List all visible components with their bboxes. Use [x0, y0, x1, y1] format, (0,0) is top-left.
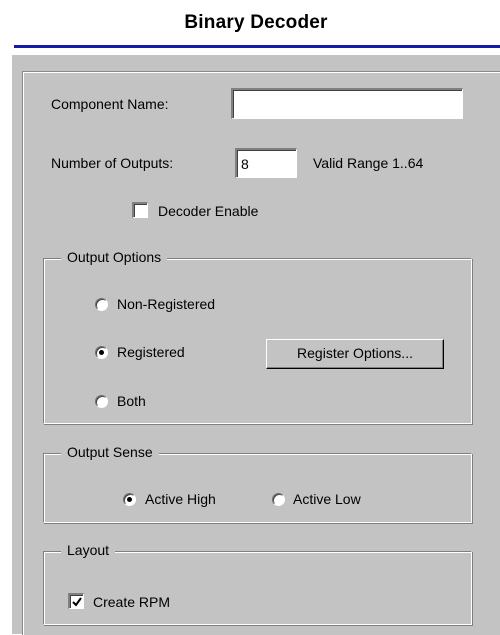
non-registered-label: Non-Registered [117, 296, 216, 312]
radio-selected-dot [127, 497, 132, 502]
radio-selected-dot [99, 350, 104, 355]
active-low-radio[interactable] [272, 493, 285, 506]
registered-radio[interactable] [95, 346, 108, 359]
both-label: Both [117, 393, 146, 409]
layout-legend: Layout [61, 542, 116, 558]
title-divider [14, 45, 500, 48]
non-registered-radio[interactable] [95, 298, 108, 311]
number-of-outputs-label: Number of Outputs: [51, 155, 174, 171]
both-radio[interactable] [95, 395, 108, 408]
active-low-label: Active Low [293, 491, 361, 507]
output-options-legend: Output Options [61, 249, 168, 265]
create-rpm-label: Create RPM [93, 594, 171, 610]
registered-label: Registered [117, 344, 185, 360]
number-of-outputs-input[interactable] [235, 148, 297, 178]
title-bar: Binary Decoder [0, 0, 500, 48]
decoder-enable-checkbox[interactable] [132, 202, 148, 218]
component-name-label: Component Name: [51, 96, 169, 112]
create-rpm-checkbox[interactable] [68, 593, 84, 609]
layout-group [43, 551, 472, 625]
window-title: Binary Decoder [184, 12, 328, 33]
output-sense-group [43, 453, 472, 523]
output-sense-legend: Output Sense [61, 444, 159, 460]
checkmark-icon [72, 597, 82, 607]
active-high-radio[interactable] [123, 493, 136, 506]
decoder-enable-label: Decoder Enable [158, 203, 259, 219]
register-options-button[interactable]: Register Options... [266, 339, 444, 369]
active-high-label: Active High [145, 491, 216, 507]
valid-range-text: Valid Range 1..64 [313, 155, 424, 171]
component-name-input[interactable] [231, 88, 463, 119]
